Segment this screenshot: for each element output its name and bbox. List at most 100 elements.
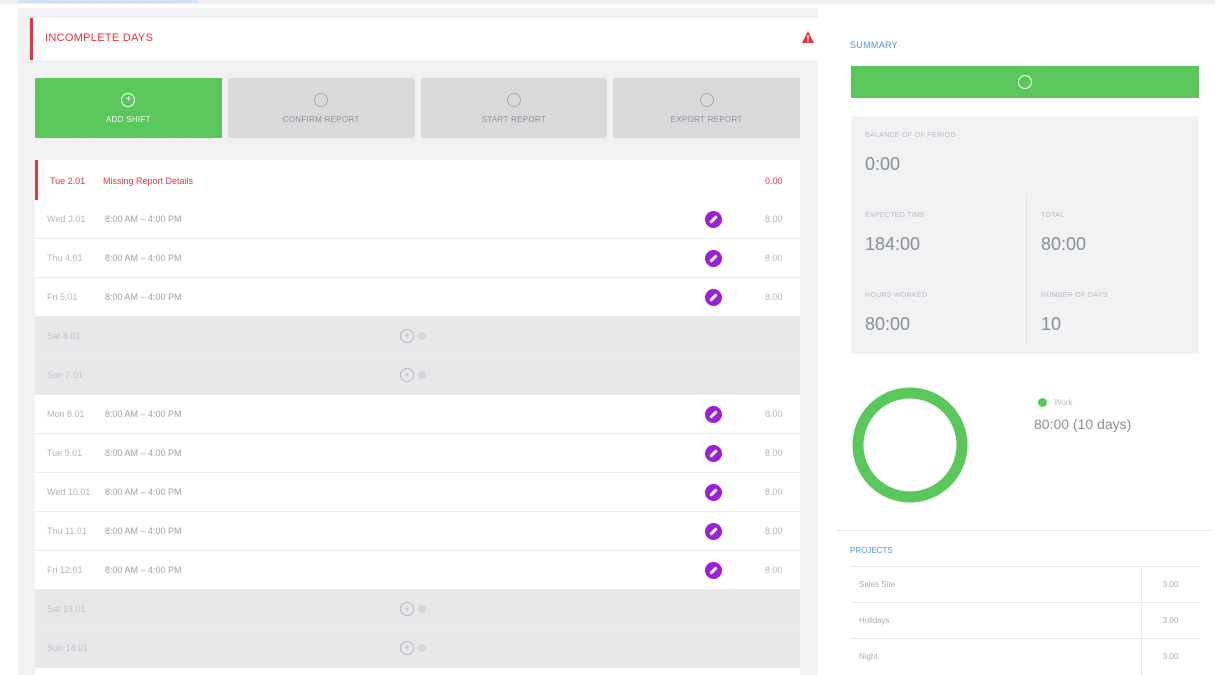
projects-title: PROJECTS: [850, 546, 893, 555]
work-donut-chart: [852, 387, 968, 503]
empty-day-row[interactable]: Sat 13.01 +: [35, 590, 800, 629]
more-dot-icon: [418, 644, 426, 652]
row-time-range: 8:00 AM – 4:00 PM: [105, 292, 182, 302]
project-name: Night: [859, 652, 878, 661]
total-value: 80:00: [1041, 234, 1087, 254]
project-name: Sales Site: [859, 580, 896, 589]
missing-report-row[interactable]: Tue 2.01 Missing Report Details 0.00: [35, 160, 800, 200]
export-circle-icon: [699, 92, 714, 107]
expected-label: EXPECTED TIME: [865, 212, 926, 219]
edit-pencil-icon[interactable]: [705, 211, 722, 228]
project-hours: 3.00: [1141, 639, 1199, 675]
missing-report-desc: Missing Report Details: [103, 176, 194, 186]
edit-pencil-icon[interactable]: [705, 484, 722, 501]
add-shift-button[interactable]: + ADD SHIFT: [35, 78, 222, 138]
missing-report-date: Tue 2.01: [50, 176, 86, 186]
add-shift-icon[interactable]: +: [400, 602, 414, 616]
add-shift-icon[interactable]: +: [400, 368, 414, 382]
timesheet-panel: INCOMPLETE DAYS + ADD SHIFT CONFIRM REPORT…: [18, 8, 825, 675]
more-dot-icon: [418, 332, 426, 340]
top-progress-line: [0, 0, 1215, 4]
row-date: Sun 14.01: [47, 643, 89, 653]
shift-row[interactable]: Wed 10.01 8:00 AM – 4:00 PM 8.00: [35, 473, 800, 512]
legend-work-label: Work: [1054, 398, 1073, 407]
row-time-range: 8:00 AM – 4:00 PM: [105, 448, 182, 458]
project-name: Holidays: [859, 616, 890, 625]
balance-value: 0:00: [865, 154, 901, 174]
empty-day-row[interactable]: Sun 14.01 +: [35, 629, 800, 668]
total-label: TOTAL: [1041, 212, 1065, 219]
confirm-circle-icon: [314, 92, 329, 107]
export-report-button[interactable]: EXPORT REPORT: [613, 78, 800, 138]
row-time-range: 8:00 AM – 4:00 PM: [105, 487, 182, 497]
action-label: ADD SHIFT: [105, 114, 151, 124]
add-shift-icon[interactable]: +: [400, 641, 414, 655]
summary-panel: SUMMARY BALANCE OF OF PERIOD 0:00 EXPECT…: [836, 20, 1211, 675]
more-dot-icon: [418, 605, 426, 613]
edit-pencil-icon[interactable]: [705, 445, 722, 462]
empty-day-row[interactable]: Sat 6.01 +: [35, 317, 800, 356]
edit-pencil-icon[interactable]: [705, 289, 722, 306]
start-circle-icon: [506, 92, 521, 107]
action-label: EXPORT REPORT: [670, 114, 743, 124]
row-date: Tue 9.01: [47, 448, 83, 458]
row-time-range: 8:00 AM – 4:00 PM: [105, 409, 182, 419]
section-separator: [836, 530, 1211, 531]
row-hours: 8.00: [765, 292, 783, 302]
add-shift-control: +: [400, 602, 426, 616]
project-hours: 3.00: [1141, 603, 1199, 639]
add-shift-control: +: [400, 368, 426, 382]
confirm-report-button[interactable]: CONFIRM REPORT: [227, 78, 415, 138]
plus-circle-icon: +: [121, 92, 136, 107]
summary-action-button[interactable]: [851, 66, 1199, 98]
shift-row[interactable]: Tue 9.01 8:00 AM – 4:00 PM 8.00: [35, 434, 800, 473]
stats-divider: [1026, 196, 1027, 346]
row-time-range: 8:00 AM – 4:00 PM: [105, 526, 182, 536]
row-date: Sun 7.01: [47, 370, 84, 380]
row-time-range: 8:00 AM – 4:00 PM: [105, 214, 182, 224]
action-buttons: + ADD SHIFT CONFIRM REPORT START REPORT EXPO…: [35, 78, 800, 138]
shift-row[interactable]: Wed 3.01 8:00 AM – 4:00 PM 8.00: [35, 200, 800, 239]
shift-row[interactable]: Fri 5.01 8:00 AM – 4:00 PM 8.00: [35, 278, 800, 317]
row-date: Sat 6.01: [47, 331, 81, 341]
edit-pencil-icon[interactable]: [705, 523, 722, 540]
legend-work-dot: [1038, 398, 1047, 407]
balance-label: BALANCE OF OF PERIOD: [865, 132, 956, 139]
project-row[interactable]: Holidays 3.00: [851, 602, 1199, 639]
row-time-range: 8:00 AM – 4:00 PM: [105, 253, 182, 263]
edit-pencil-icon[interactable]: [705, 250, 722, 267]
action-label: CONFIRM REPORT: [282, 114, 360, 124]
edit-pencil-icon[interactable]: [705, 562, 722, 579]
row-date: Fri 12.01: [47, 565, 83, 575]
row-hours: 8.00: [765, 214, 783, 224]
edit-pencil-icon[interactable]: [705, 406, 722, 423]
row-date: Wed 3.01: [47, 214, 86, 224]
add-shift-control: +: [400, 641, 426, 655]
warning-icon: [802, 31, 814, 43]
confirm-circle-icon: [1018, 75, 1032, 89]
start-report-button[interactable]: START REPORT: [420, 78, 608, 138]
summary-stats: BALANCE OF OF PERIOD 0:00 EXPECTED TIME …: [851, 116, 1199, 354]
action-label: START REPORT: [481, 114, 547, 124]
row-hours: 8.00: [765, 565, 783, 575]
summary-title: SUMMARY: [850, 40, 898, 50]
project-hours: 3.00: [1141, 567, 1199, 603]
more-dot-icon: [418, 371, 426, 379]
project-row[interactable]: Night 3.00: [851, 638, 1199, 675]
missing-report-hours: 0.00: [765, 176, 783, 186]
row-date: Mon 8.01: [47, 409, 85, 419]
incomplete-days-label: INCOMPLETE DAYS: [45, 32, 154, 44]
shift-row[interactable]: Mon 8.01 8:00 AM – 4:00 PM 8.00: [35, 395, 800, 434]
incomplete-days-bar[interactable]: INCOMPLETE DAYS: [30, 18, 825, 60]
top-progress-accent: [18, 0, 198, 3]
row-hours: 8.00: [765, 526, 783, 536]
add-shift-icon[interactable]: +: [400, 329, 414, 343]
shift-row[interactable]: Thu 4.01 8:00 AM – 4:00 PM 8.00: [35, 239, 800, 278]
shift-row[interactable]: Mon 15.018:00 AM – 4:00 PM8.00: [35, 668, 800, 675]
shift-row[interactable]: Fri 12.01 8:00 AM – 4:00 PM 8.00: [35, 551, 800, 590]
days-label: NUMBER OF DAYS: [1041, 292, 1108, 299]
project-row[interactable]: Sales Site 3.00: [851, 566, 1199, 603]
shift-list: Tue 2.01 Missing Report Details 0.00 Wed…: [35, 160, 800, 675]
shift-row[interactable]: Thu 11.01 8:00 AM – 4:00 PM 8.00: [35, 512, 800, 551]
empty-day-row[interactable]: Sun 7.01 +: [35, 356, 800, 395]
